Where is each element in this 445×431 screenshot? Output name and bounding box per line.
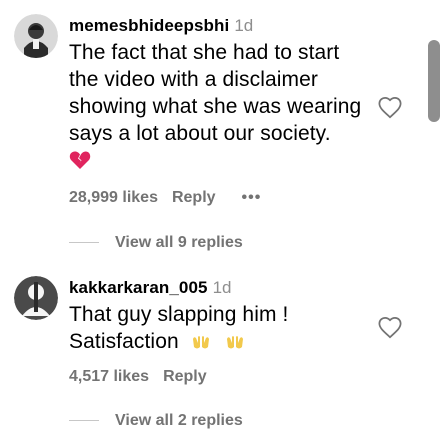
avatar[interactable]: [14, 14, 58, 58]
comment-line: showing what she was wearing: [69, 95, 362, 118]
view-replies-label: View all 9 replies: [115, 234, 243, 251]
replies-divider: [69, 420, 99, 422]
view-replies-label: View all 2 replies: [115, 412, 243, 429]
replies-divider: [69, 242, 99, 244]
raising-hands-emoji: 🙌 🙌: [191, 330, 245, 353]
avatar[interactable]: [14, 276, 58, 320]
timestamp: 1d: [234, 16, 254, 35]
timestamp: 1d: [212, 278, 232, 297]
broken-heart-emoji: 💔: [69, 150, 374, 174]
likes-count[interactable]: 4,517 likes: [69, 368, 149, 385]
username[interactable]: memesbhideepsbhi: [69, 16, 229, 35]
comment-text: The fact that she had to start the video…: [69, 39, 374, 147]
scrollbar-thumb[interactable]: [428, 40, 440, 122]
comment-actions: 4,517 likes Reply: [69, 367, 207, 387]
comment-line: That guy slapping him !: [69, 303, 289, 326]
comment-text: That guy slapping him ! Satisfaction 🙌 🙌: [69, 301, 374, 355]
view-replies-button[interactable]: View all 2 replies: [69, 411, 243, 431]
reply-button[interactable]: Reply: [172, 189, 216, 206]
comment-line: The fact that she had to start: [69, 41, 340, 64]
comment-line: Satisfaction 🙌 🙌: [69, 328, 374, 355]
view-replies-button[interactable]: View all 9 replies: [69, 233, 243, 253]
comment-line: says a lot about our society.: [69, 122, 331, 145]
likes-count[interactable]: 28,999 likes: [69, 189, 158, 206]
comment-line: the video with a disclaimer: [69, 68, 318, 91]
reply-button[interactable]: Reply: [163, 368, 207, 385]
username[interactable]: kakkarkaran_005: [69, 278, 208, 297]
comment-header: kakkarkaran_005 1d: [69, 277, 374, 299]
more-options-button[interactable]: •••: [242, 189, 262, 206]
comment-actions: 28,999 likes Reply •••: [69, 188, 261, 208]
like-heart-icon[interactable]: [377, 315, 403, 341]
like-heart-icon[interactable]: [377, 95, 403, 121]
comment-header: memesbhideepsbhi 1d: [69, 15, 374, 37]
